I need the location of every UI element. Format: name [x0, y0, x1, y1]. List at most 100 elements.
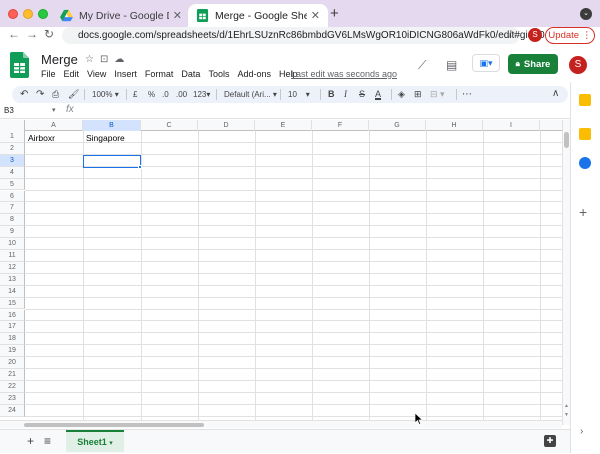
row-header-16[interactable]: 16: [0, 309, 25, 322]
fill-handle[interactable]: [138, 165, 142, 169]
paint-format-icon[interactable]: 🖌︎: [68, 86, 79, 103]
row-header-22[interactable]: 22: [0, 380, 25, 393]
row-header-4[interactable]: 4: [0, 166, 25, 179]
row-header-19[interactable]: 19: [0, 345, 25, 358]
horizontal-scrollbar[interactable]: [0, 420, 562, 428]
percent-format-button[interactable]: %: [148, 86, 155, 103]
update-button[interactable]: Update ⋮: [545, 27, 595, 44]
sheet-tab-sheet1[interactable]: Sheet1 ▾: [66, 430, 124, 452]
vertical-scrollbar[interactable]: ▲ ▼: [562, 120, 570, 425]
row-header-2[interactable]: 2: [0, 142, 25, 155]
name-box-dropdown-icon[interactable]: ▾: [52, 106, 56, 114]
present-button[interactable]: ▣▾: [472, 54, 500, 72]
column-header-h[interactable]: H: [426, 120, 483, 131]
fill-color-icon[interactable]: ◈: [398, 86, 405, 103]
zoom-window-button[interactable]: [38, 9, 48, 19]
currency-format-button[interactable]: £: [133, 86, 137, 103]
column-header-a[interactable]: A: [25, 120, 83, 131]
cell-b1[interactable]: Singapore: [86, 133, 125, 143]
close-tab-icon[interactable]: ✕: [311, 9, 320, 22]
back-arrow-icon[interactable]: ←: [8, 27, 20, 41]
redo-icon[interactable]: ↷: [36, 86, 44, 103]
selected-cell-outline[interactable]: [83, 155, 141, 168]
menu-add-ons[interactable]: Add-ons: [237, 69, 271, 79]
close-window-button[interactable]: [8, 9, 18, 19]
row-header-18[interactable]: 18: [0, 333, 25, 346]
row-header-1[interactable]: 1: [0, 131, 25, 143]
row-header-11[interactable]: 11: [0, 250, 25, 262]
row-header-24[interactable]: 24: [0, 404, 25, 417]
menu-tools[interactable]: Tools: [208, 69, 229, 79]
font-select[interactable]: Default (Ari... ▾: [224, 86, 277, 103]
activity-trend-icon[interactable]: ⟋: [418, 58, 426, 73]
row-header-3[interactable]: 3: [0, 154, 25, 167]
comment-history-icon[interactable]: ▤: [446, 58, 457, 72]
row-header-12[interactable]: 12: [0, 261, 25, 274]
column-header-f[interactable]: F: [312, 120, 369, 131]
close-tab-icon[interactable]: ✕: [173, 9, 182, 22]
menu-format[interactable]: Format: [145, 69, 174, 79]
new-tab-button[interactable]: +: [330, 5, 339, 22]
increase-decimal-button[interactable]: .00: [176, 86, 187, 103]
minimize-window-button[interactable]: [23, 9, 33, 19]
forward-arrow-icon[interactable]: →: [26, 27, 38, 41]
menu-insert[interactable]: Insert: [114, 69, 137, 79]
more-toolbar-button[interactable]: ⋯: [462, 86, 472, 103]
scroll-up-icon[interactable]: ▲: [564, 403, 569, 409]
browser-profile-avatar[interactable]: S: [528, 28, 542, 42]
row-header-23[interactable]: 23: [0, 392, 25, 405]
row-header-10[interactable]: 10: [0, 238, 25, 250]
row-header-5[interactable]: 5: [0, 178, 25, 191]
bold-button[interactable]: B: [328, 86, 335, 103]
last-edit-link[interactable]: Last edit was seconds ago: [291, 69, 397, 79]
select-all-corner[interactable]: [0, 120, 25, 131]
collapse-panel-icon[interactable]: ›: [580, 426, 583, 437]
row-header-7[interactable]: 7: [0, 202, 25, 215]
strikethrough-button[interactable]: S: [359, 86, 365, 103]
column-header-c[interactable]: C: [141, 120, 198, 131]
sheets-logo-icon[interactable]: [10, 52, 29, 78]
cell-a1[interactable]: Airboxr: [28, 133, 55, 143]
explore-icon[interactable]: ✚: [544, 435, 556, 447]
move-folder-icon[interactable]: ⊡: [100, 54, 114, 65]
sheet-tab-dropdown-icon[interactable]: ▾: [109, 440, 113, 447]
menu-view[interactable]: View: [87, 69, 106, 79]
merge-cells-icon[interactable]: ⊟ ▾: [430, 86, 445, 103]
menu-edit[interactable]: Edit: [64, 69, 80, 79]
all-sheets-button[interactable]: ≡: [44, 434, 51, 448]
browser-tab-drive[interactable]: My Drive - Google Drive ✕: [52, 4, 190, 27]
column-header-b[interactable]: B: [83, 120, 141, 131]
print-icon[interactable]: ⎙: [52, 86, 59, 103]
scroll-down-icon[interactable]: ▼: [564, 412, 569, 418]
row-header-13[interactable]: 13: [0, 273, 25, 286]
vertical-scroll-thumb[interactable]: [564, 132, 569, 148]
row-header-20[interactable]: 20: [0, 357, 25, 369]
add-sheet-button[interactable]: +: [27, 434, 34, 448]
keep-icon[interactable]: [579, 128, 591, 140]
column-header-g[interactable]: G: [369, 120, 426, 131]
borders-icon[interactable]: ⊞: [414, 86, 422, 103]
zoom-select[interactable]: 100% ▾: [92, 86, 119, 103]
row-header-17[interactable]: 17: [0, 321, 25, 334]
row-header-8[interactable]: 8: [0, 214, 25, 227]
row-header-15[interactable]: 15: [0, 297, 25, 310]
add-on-plus-icon[interactable]: +: [579, 204, 587, 220]
name-box[interactable]: B3: [4, 106, 14, 115]
undo-icon[interactable]: ↶: [20, 86, 28, 103]
text-color-button[interactable]: A: [375, 86, 381, 103]
url-field[interactable]: docs.google.com/spreadsheets/d/1EhrLSUzn…: [62, 27, 545, 44]
share-button[interactable]: 🔒︎ Share: [508, 54, 558, 74]
decrease-decimal-button[interactable]: .0: [162, 86, 169, 103]
row-header-14[interactable]: 14: [0, 285, 25, 298]
italic-button[interactable]: I: [344, 86, 347, 103]
star-icon[interactable]: ☆: [85, 54, 100, 65]
calendar-icon[interactable]: [579, 94, 591, 106]
account-avatar[interactable]: S: [569, 56, 587, 74]
column-header-i[interactable]: I: [483, 120, 540, 131]
reload-icon[interactable]: ↻: [44, 27, 54, 41]
row-header-21[interactable]: 21: [0, 369, 25, 381]
tasks-icon[interactable]: [579, 157, 591, 169]
font-size-select[interactable]: 10 ▾: [288, 86, 310, 103]
bookmark-star-icon[interactable]: ☆: [506, 28, 516, 41]
menu-file[interactable]: File: [41, 69, 56, 79]
